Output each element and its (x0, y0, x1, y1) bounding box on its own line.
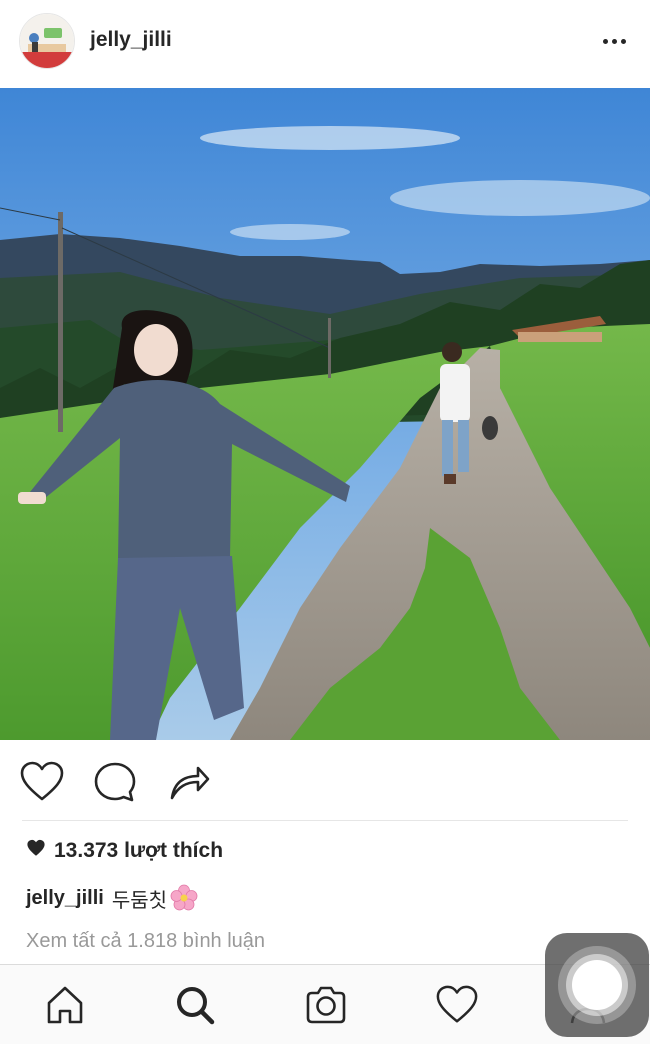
caption-username[interactable]: jelly_jilli (26, 887, 104, 910)
assistive-touch-ring-inner (572, 960, 622, 1010)
post-caption: jelly_jilli 두둠칫 (26, 884, 198, 912)
search-icon[interactable] (173, 983, 217, 1027)
comment-bubble-icon[interactable] (92, 760, 138, 804)
more-options-icon[interactable] (598, 30, 630, 52)
profile-avatar[interactable] (19, 13, 75, 69)
post-username[interactable]: jelly_jilli (90, 28, 172, 52)
activity-heart-icon[interactable] (435, 983, 479, 1027)
assistive-touch-ring-outer (558, 946, 636, 1024)
heart-icon[interactable] (19, 760, 65, 804)
likes-count[interactable]: 13.373 lượt thích (26, 837, 223, 865)
camera-icon[interactable] (304, 983, 348, 1027)
post-header: jelly_jilli (0, 0, 650, 88)
view-all-comments-link[interactable]: Xem tất cả 1.818 bình luận (26, 930, 265, 956)
filled-heart-icon (26, 839, 46, 863)
home-icon[interactable] (43, 983, 87, 1027)
post-photo[interactable] (0, 88, 650, 740)
share-arrow-icon[interactable] (166, 760, 212, 804)
caption-text: 두둠칫 (111, 889, 168, 912)
post-actions (0, 740, 650, 822)
likes-text: 13.373 lượt thích (54, 839, 224, 862)
assistive-touch-button[interactable] (545, 933, 649, 1037)
assistive-touch-ring-middle (566, 954, 628, 1016)
flower-emoji-icon (170, 884, 198, 912)
actions-divider (22, 820, 628, 821)
